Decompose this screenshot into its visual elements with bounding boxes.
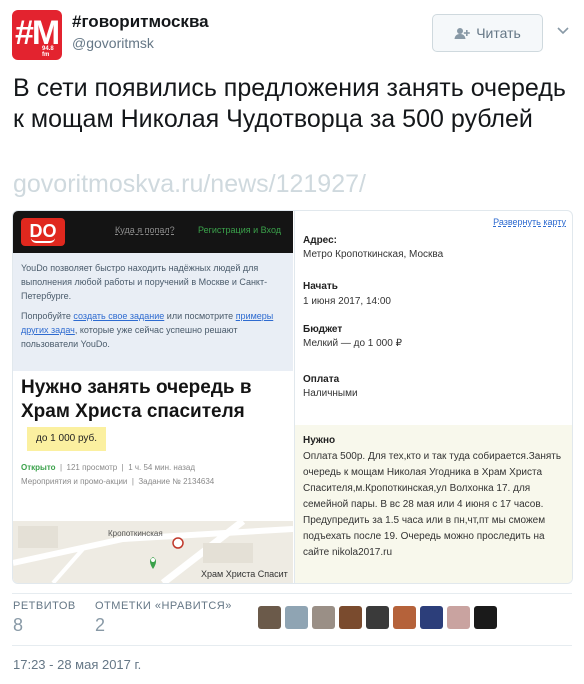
likes-label[interactable]: ОТМЕТКИ «НРАВИТСЯ»: [95, 600, 232, 612]
address-label: Адрес:: [303, 235, 337, 246]
retweets-label[interactable]: РЕТВИТОВ: [13, 600, 76, 612]
liker-avatar[interactable]: [447, 606, 470, 629]
chevron-down-icon[interactable]: [556, 24, 570, 38]
divider: [12, 593, 572, 594]
task-category: Мероприятия и промо-акции | Задание № 21…: [21, 477, 215, 486]
liker-avatar[interactable]: [393, 606, 416, 629]
account-avatar[interactable]: #M 94.8 fm: [12, 10, 62, 60]
account-name[interactable]: #говоритмосква: [72, 12, 209, 32]
youdo-logo: DO: [21, 218, 65, 246]
follow-label: Читать: [476, 25, 521, 41]
where-am-i-link: Куда я попал?: [115, 225, 175, 235]
intro-text: YouDo позволяет быстро находить надёжных…: [21, 263, 268, 301]
tweet-link[interactable]: govoritmoskva.ru/news/121927/: [13, 170, 366, 199]
expand-map-link: Развернуть карту: [493, 217, 566, 227]
intro-try: Попробуйте создать свое задание или посм…: [21, 311, 274, 349]
add-user-icon: [454, 27, 471, 39]
task-meta: Открыто | 121 просмотр | 1 ч. 54 мин. на…: [21, 463, 195, 472]
card-details: Развернуть карту Адрес: Метро Кропоткинс…: [294, 211, 572, 583]
divider: [12, 645, 572, 646]
budget-value: Мелкий — до 1 000 ₽: [303, 338, 402, 349]
register-link: Регистрация и Вход: [198, 225, 281, 235]
follow-button[interactable]: Читать: [432, 14, 543, 52]
card-screenshot: DO Куда я попал? Регистрация и Вход YouD…: [13, 211, 293, 583]
need-box: Нужно Оплата 500р. Для тех,кто и так туд…: [295, 425, 572, 583]
map-place-label: Храм Христа Спасит: [201, 569, 288, 579]
liker-avatar[interactable]: [366, 606, 389, 629]
payment-value: Наличными: [303, 388, 358, 399]
tweet-timestamp[interactable]: 17:23 - 28 мая 2017 г.: [13, 657, 141, 672]
liker-avatar[interactable]: [339, 606, 362, 629]
start-value: 1 июня 2017, 14:00: [303, 296, 391, 307]
budget-label: Бюджет: [303, 324, 343, 335]
map-preview: Кропоткинская Храм Христа Спасит: [13, 521, 293, 583]
job-title: Нужно занять очередь в Храм Христа спаси…: [21, 377, 252, 422]
need-label: Нужно: [303, 435, 336, 446]
liker-avatar[interactable]: [285, 606, 308, 629]
liker-avatar[interactable]: [420, 606, 443, 629]
liker-avatar[interactable]: [312, 606, 335, 629]
liker-avatar[interactable]: [474, 606, 497, 629]
address-value: Метро Кропоткинская, Москва: [303, 249, 444, 260]
need-text: Оплата 500р. Для тех,кто и так туда соби…: [303, 451, 562, 558]
liker-avatar[interactable]: [258, 606, 281, 629]
payment-label: Оплата: [303, 374, 340, 385]
tweet-text: В сети появились предложения занять очер…: [13, 74, 566, 133]
intro-box: YouDo позволяет быстро находить надёжных…: [13, 253, 293, 371]
site-header: DO Куда я попал? Регистрация и Вход: [13, 211, 293, 253]
price-badge: до 1 000 руб.: [27, 427, 107, 451]
map-metro-label: Кропоткинская: [108, 529, 163, 538]
retweets-count[interactable]: 8: [13, 615, 23, 636]
account-handle[interactable]: @govoritmsk: [72, 35, 154, 51]
avatar-frequency: 94.8 fm: [42, 46, 54, 58]
liker-avatars: [258, 606, 497, 629]
likes-count[interactable]: 2: [95, 615, 105, 636]
link-card[interactable]: DO Куда я попал? Регистрация и Вход YouD…: [12, 210, 573, 584]
start-label: Начать: [303, 281, 338, 292]
